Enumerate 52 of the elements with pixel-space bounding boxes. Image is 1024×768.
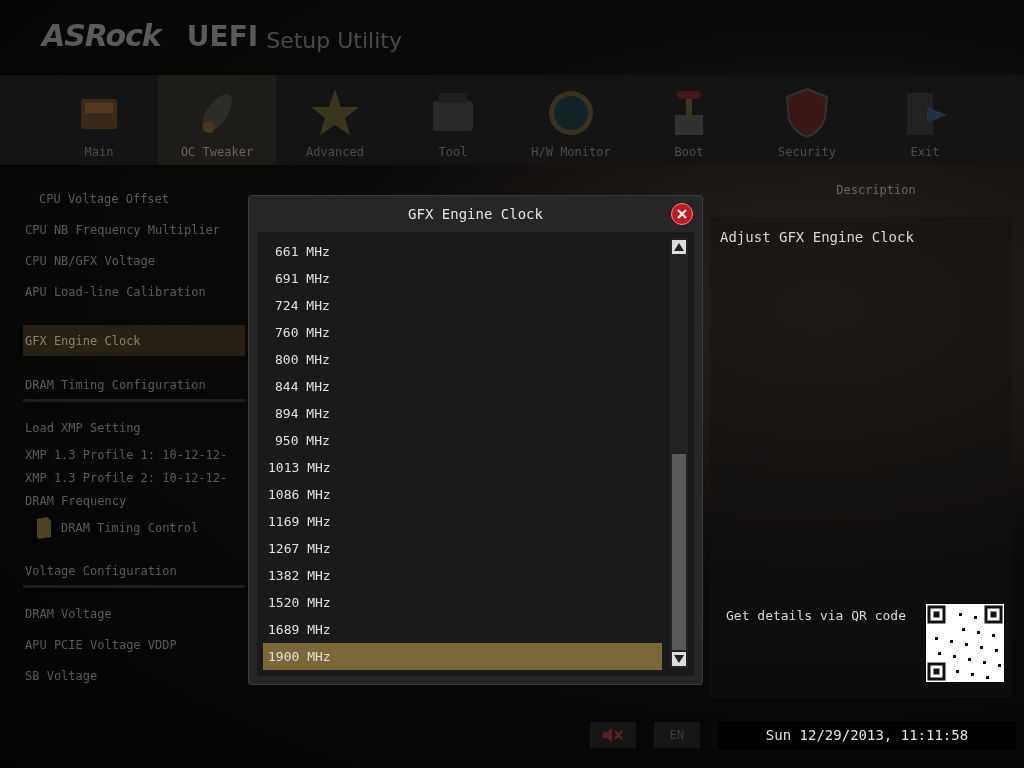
- nav-tab[interactable]: OC Tweaker: [158, 75, 276, 165]
- app-title: UEFI: [186, 20, 259, 53]
- option-item[interactable]: 760 MHz: [263, 319, 662, 346]
- nav-tab[interactable]: Tool: [394, 75, 512, 165]
- description-text: Adjust GFX Engine Clock: [720, 229, 915, 247]
- folder-icon: [35, 516, 53, 539]
- option-item[interactable]: 691 MHz: [263, 265, 662, 292]
- menu-item[interactable]: CPU NB/GFX Voltage: [23, 245, 245, 276]
- menu-item[interactable]: SB Voltage: [23, 660, 245, 691]
- option-item[interactable]: 1900 MHz: [263, 643, 662, 670]
- option-item[interactable]: 1267 MHz: [263, 535, 662, 562]
- speaker-muted-icon: [602, 727, 624, 743]
- option-item[interactable]: 1169 MHz: [263, 508, 662, 535]
- brand-logo: ASRock: [42, 18, 161, 53]
- scrollbar[interactable]: [670, 238, 688, 668]
- option-item[interactable]: 1520 MHz: [263, 589, 662, 616]
- option-item[interactable]: 800 MHz: [263, 346, 662, 373]
- option-item[interactable]: 1013 MHz: [263, 454, 662, 481]
- option-item[interactable]: 1382 MHz: [263, 562, 662, 589]
- menu-item[interactable]: XMP 1.3 Profile 1: 10-12-12-: [23, 443, 245, 466]
- option-item[interactable]: 844 MHz: [263, 373, 662, 400]
- menu-section-header[interactable]: Voltage Configuration: [23, 557, 245, 588]
- menu-item[interactable]: Load XMP Setting: [23, 412, 245, 443]
- nav-tab[interactable]: Boot: [630, 75, 748, 165]
- description-heading: Description: [835, 183, 917, 199]
- menu-item[interactable]: CPU NB Frequency Multiplier: [23, 214, 245, 245]
- menu-item[interactable]: DRAM Frequency: [23, 489, 245, 512]
- option-item[interactable]: 894 MHz: [263, 400, 662, 427]
- menu-item[interactable]: APU PCIE Voltage VDDP: [23, 629, 245, 660]
- nav-tab[interactable]: Exit: [866, 75, 984, 165]
- menu-item[interactable]: DRAM Timing Control: [23, 512, 245, 543]
- menu-item[interactable]: DRAM Voltage: [23, 598, 245, 629]
- nav-tab[interactable]: Security: [748, 75, 866, 165]
- option-item[interactable]: 1689 MHz: [263, 616, 662, 643]
- dialog-title: GFX Engine Clock: [408, 206, 543, 222]
- close-button[interactable]: [671, 203, 693, 225]
- option-item[interactable]: 950 MHz: [263, 427, 662, 454]
- option-item[interactable]: 724 MHz: [263, 292, 662, 319]
- nav-tab[interactable]: H/W Monitor: [512, 75, 630, 165]
- menu-item[interactable]: GFX Engine Clock: [23, 325, 245, 356]
- qr-label: Get details via QR code: [726, 608, 906, 623]
- option-item[interactable]: 661 MHz: [263, 238, 662, 265]
- nav-tab[interactable]: Main: [40, 75, 158, 165]
- menu-item[interactable]: XMP 1.3 Profile 2: 10-12-12-: [23, 466, 245, 489]
- date-time: Sun 12/29/2013, 11:11:58: [718, 721, 1016, 749]
- menu-item[interactable]: CPU Voltage Offset: [23, 183, 245, 214]
- app-subtitle: Setup Utility: [266, 28, 402, 53]
- close-icon: [677, 209, 687, 219]
- menu-section-header[interactable]: DRAM Timing Configuration: [23, 371, 245, 402]
- nav-tab[interactable]: Advanced: [276, 75, 394, 165]
- option-item[interactable]: 1086 MHz: [263, 481, 662, 508]
- menu-item[interactable]: APU Load-line Calibration: [23, 276, 245, 307]
